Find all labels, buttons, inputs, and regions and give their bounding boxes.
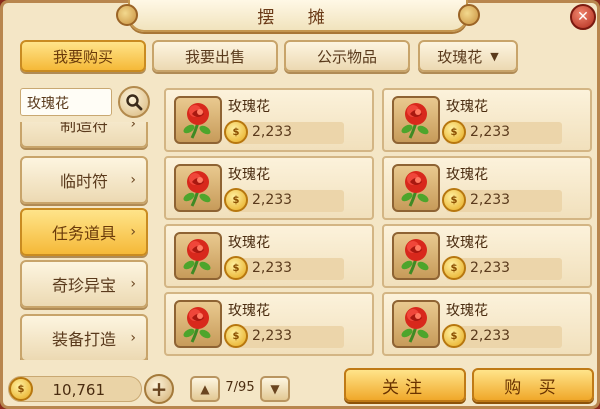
page-up-button[interactable]: ▲ <box>190 376 220 402</box>
tab-sell[interactable]: 我要出售 <box>152 40 278 72</box>
item-price: $2,233 <box>224 188 344 212</box>
tab-public-items[interactable]: 公示物品 <box>284 40 410 72</box>
gold-coin-icon: $ <box>224 256 248 280</box>
category-list[interactable]: 制造符 › 临时符 › 任务道具 › 奇珍异宝 › 装备打造 › <box>18 122 152 360</box>
item-name: 玫瑰花 <box>446 99 488 115</box>
gold-coin-icon: $ <box>442 188 466 212</box>
gold-coin-icon: $ <box>442 324 466 348</box>
item-name: 玫瑰花 <box>446 167 488 183</box>
item-price: $2,233 <box>224 324 344 348</box>
follow-button[interactable]: 关注 <box>344 368 466 402</box>
dropdown-arrow-icon: ▼ <box>490 49 499 63</box>
gold-coin-icon: $ <box>442 256 466 280</box>
rose-icon <box>174 164 222 212</box>
item-price: $2,233 <box>442 120 562 144</box>
item-price: $2,233 <box>224 256 344 280</box>
category-label: 装备打造 <box>51 330 116 349</box>
gold-coin-icon: $ <box>442 120 466 144</box>
gold-coin-icon: $ <box>224 120 248 144</box>
scroll-ornament-right <box>458 4 480 26</box>
item-price: $2,233 <box>442 256 562 280</box>
item-card[interactable]: 玫瑰花 $2,233 <box>164 224 374 288</box>
rose-icon <box>392 164 440 212</box>
category-label: 临时符 <box>59 172 108 191</box>
item-filter-dropdown[interactable]: 玫瑰花 ▼ <box>418 40 518 72</box>
item-card[interactable]: 玫瑰花 $2,233 <box>164 292 374 356</box>
rose-icon <box>392 300 440 348</box>
category-item[interactable]: 装备打造 › <box>20 314 148 360</box>
money-display: $ 10,761 <box>8 376 142 402</box>
category-item[interactable]: 制造符 › <box>20 122 148 148</box>
category-item[interactable]: 奇珍异宝 › <box>20 260 148 308</box>
item-price-value: 2,233 <box>470 124 511 140</box>
buy-button[interactable]: 购 买 <box>472 368 594 402</box>
chevron-right-icon: › <box>130 172 136 188</box>
search-input[interactable]: 玫瑰花 <box>20 88 112 116</box>
gold-coin-icon: $ <box>9 377 33 401</box>
item-name: 玫瑰花 <box>228 235 270 251</box>
item-card[interactable]: 玫瑰花 $2,233 <box>164 88 374 152</box>
item-name: 玫瑰花 <box>228 303 270 319</box>
item-card[interactable]: 玫瑰花 $2,233 <box>382 224 592 288</box>
rose-icon <box>174 300 222 348</box>
item-name: 玫瑰花 <box>228 167 270 183</box>
category-item[interactable]: 临时符 › <box>20 156 148 204</box>
category-item-active[interactable]: 任务道具 › <box>20 208 148 256</box>
item-name: 玫瑰花 <box>228 99 270 115</box>
item-price-value: 2,233 <box>252 124 293 140</box>
chevron-up-icon: ▲ <box>200 382 210 396</box>
tab-buy[interactable]: 我要购买 <box>20 40 146 72</box>
item-card[interactable]: 玫瑰花 $2,233 <box>382 156 592 220</box>
rose-icon <box>174 96 222 144</box>
item-name: 玫瑰花 <box>446 235 488 251</box>
chevron-right-icon: › <box>130 122 136 132</box>
add-money-button[interactable]: + <box>144 374 174 404</box>
rose-icon <box>392 232 440 280</box>
item-card[interactable]: 玫瑰花 $2,233 <box>382 88 592 152</box>
category-label: 制造符 <box>59 122 108 135</box>
gold-coin-icon: $ <box>224 188 248 212</box>
close-icon: ✕ <box>577 9 589 25</box>
page-indicator: 7/95 <box>225 380 255 395</box>
scroll-ornament-left <box>116 4 138 26</box>
search-button[interactable] <box>118 86 150 118</box>
item-price-value: 2,233 <box>470 328 511 344</box>
close-button[interactable]: ✕ <box>570 4 596 30</box>
item-grid: 玫瑰花 $2,233 玫瑰花 $2,233 玫瑰花 $2,233 玫瑰花 $2,233 玫瑰花 $… <box>158 86 600 364</box>
item-price-value: 2,233 <box>470 192 511 208</box>
item-price: $2,233 <box>224 120 344 144</box>
item-price: $2,233 <box>442 188 562 212</box>
category-label: 奇珍异宝 <box>51 276 116 295</box>
category-label: 任务道具 <box>51 224 116 243</box>
item-price-value: 2,233 <box>252 260 293 276</box>
chevron-right-icon: › <box>130 276 136 292</box>
item-price-value: 2,233 <box>470 260 511 276</box>
rose-icon <box>174 232 222 280</box>
money-amount: 10,761 <box>52 381 106 399</box>
filter-selected-value: 玫瑰花 <box>437 47 483 66</box>
chevron-right-icon: › <box>130 224 136 240</box>
rose-icon <box>392 96 440 144</box>
search-icon <box>126 94 143 111</box>
title-plaque: 摆 摊 <box>116 0 480 32</box>
item-card[interactable]: 玫瑰花 $2,233 <box>382 292 592 356</box>
page-down-button[interactable]: ▼ <box>260 376 290 402</box>
chevron-right-icon: › <box>130 330 136 346</box>
plus-icon: + <box>150 377 168 401</box>
gold-coin-icon: $ <box>224 324 248 348</box>
item-price: $2,233 <box>442 324 562 348</box>
item-card[interactable]: 玫瑰花 $2,233 <box>164 156 374 220</box>
item-price-value: 2,233 <box>252 328 293 344</box>
window-title: 摆 摊 <box>257 7 339 28</box>
item-price-value: 2,233 <box>252 192 293 208</box>
item-name: 玫瑰花 <box>446 303 488 319</box>
chevron-down-icon: ▼ <box>270 382 280 396</box>
